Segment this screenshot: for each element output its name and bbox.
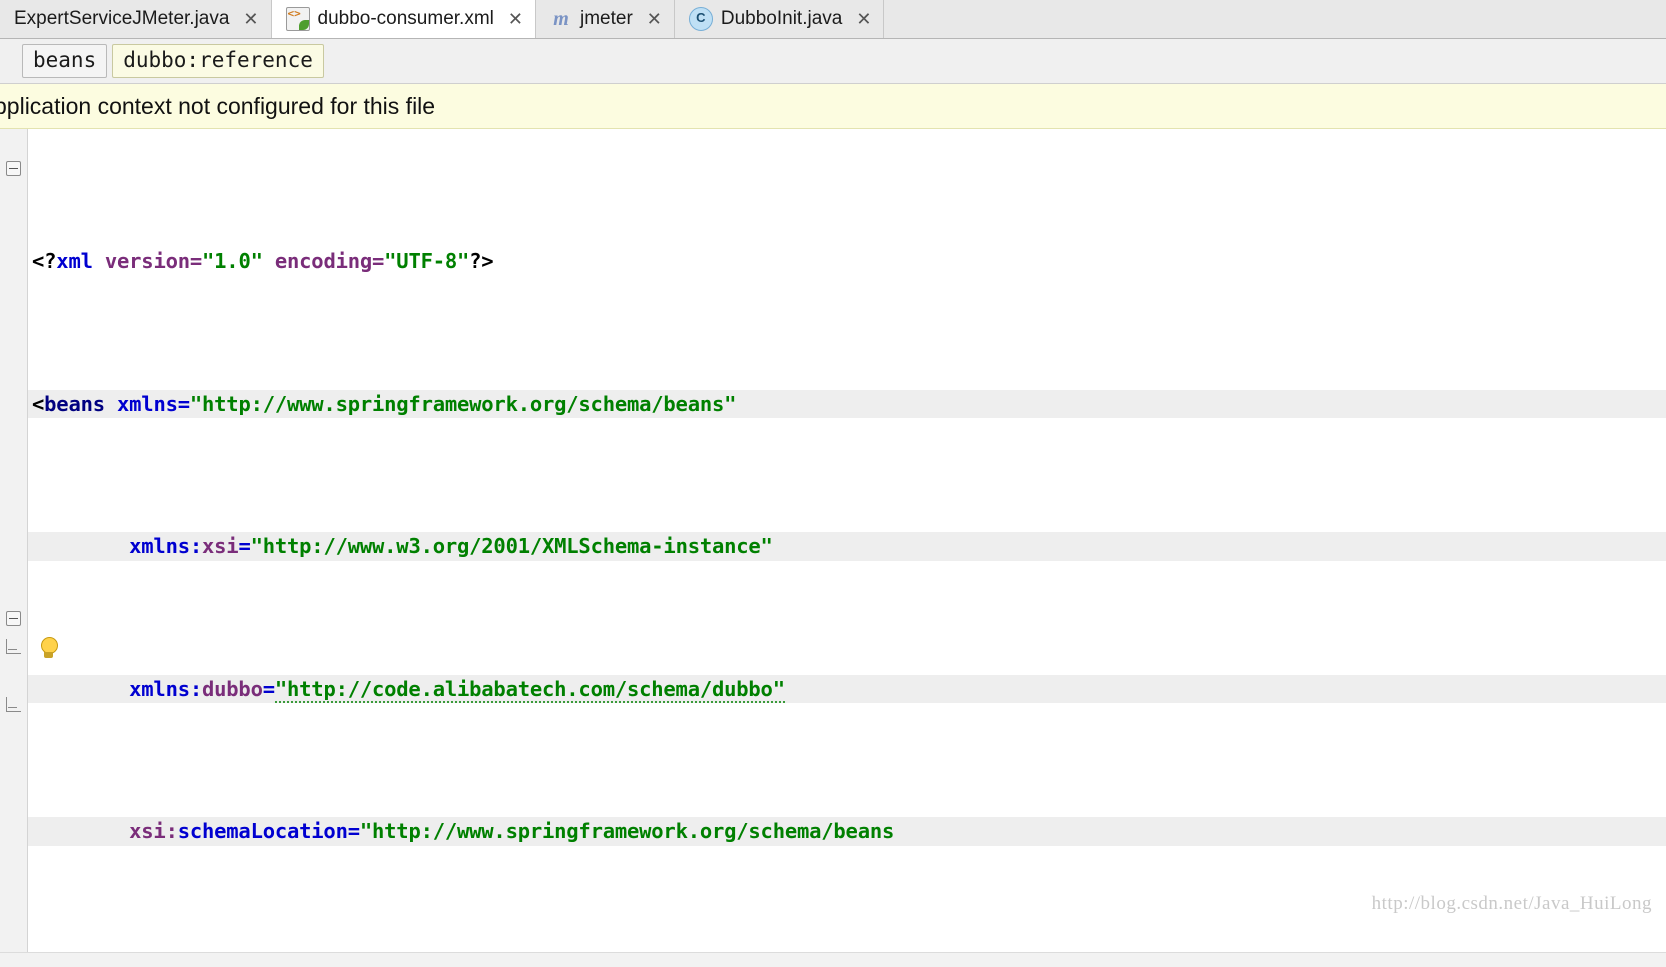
code-line-xmlns-xsi: xmlns:xsi="http://www.w3.org/2001/XMLSch… (28, 532, 1666, 561)
pi-val-encoding: "UTF-8" (384, 249, 469, 273)
tab-dubboinit-java[interactable]: C DubboInit.java ✕ (675, 0, 885, 38)
fold-marker-beans[interactable] (6, 161, 21, 176)
close-icon[interactable]: ✕ (508, 9, 523, 30)
attr-value-xmlns: "http://www.springframework.org/schema/b… (190, 392, 736, 416)
attr-ns-prefix-xsi: xsi: (129, 819, 178, 843)
pi-open: <? (32, 249, 56, 273)
tab-jmeter[interactable]: m jmeter ✕ (536, 0, 675, 38)
fold-end-marker-reference (6, 639, 21, 654)
context-not-configured-banner: pplication context not configured for th… (0, 84, 1666, 129)
banner-text: pplication context not configured for th… (0, 93, 435, 120)
tab-expertservicejmeter-java[interactable]: ExpertServiceJMeter.java ✕ (0, 0, 272, 38)
xml-file-icon (286, 7, 310, 31)
pi-attr-encoding: encoding= (263, 249, 384, 273)
code-line-xmlns-dubbo: xmlns:dubbo="http://code.alibabatech.com… (28, 675, 1666, 704)
code-content[interactable]: <?xml version="1.0" encoding="UTF-8"?> <… (28, 129, 1666, 967)
code-line-xml-declaration: <?xml version="1.0" encoding="UTF-8"?> (28, 247, 1666, 276)
close-icon[interactable]: ✕ (647, 9, 662, 30)
tab-label: DubboInit.java (721, 8, 842, 30)
pi-val-version: "1.0" (202, 249, 263, 273)
code-line-beans-open: <beans xmlns="http://www.springframework… (28, 390, 1666, 419)
close-icon[interactable]: ✕ (243, 9, 258, 30)
maven-module-icon: m (550, 8, 572, 30)
breadcrumb-item-beans[interactable]: beans (22, 44, 107, 78)
attr-value-schemalocation-1: "http://www.springframework.org/schema/b… (360, 819, 894, 843)
tag-name-beans: beans (44, 392, 105, 416)
fold-end-marker-beans (6, 697, 21, 712)
pi-attr-version: version= (93, 249, 202, 273)
attr-ns-name: xsi (202, 534, 238, 558)
editor-gutter[interactable] (0, 129, 28, 967)
pi-close: ?> (469, 249, 493, 273)
attr-ns-name: dubbo (202, 677, 263, 701)
attr-ns-prefix: xmlns: (129, 677, 202, 701)
fold-marker-reference[interactable] (6, 611, 21, 626)
attr-value-dubbo-ns: "http://code.alibabatech.com/schema/dubb… (275, 677, 785, 703)
tab-label: jmeter (580, 8, 633, 30)
attr-equals: = (238, 534, 250, 558)
tag-open-bracket: < (32, 392, 44, 416)
breadcrumb-item-dubbo-reference[interactable]: dubbo:reference (112, 44, 324, 78)
attr-xmlns: xmlns= (105, 392, 190, 416)
tab-label: ExpertServiceJMeter.java (14, 8, 229, 30)
tab-label: dubbo-consumer.xml (318, 8, 494, 30)
close-icon[interactable]: ✕ (856, 9, 871, 30)
pi-name: xml (56, 249, 92, 273)
attr-equals: = (263, 677, 275, 701)
attr-value-xsi: "http://www.w3.org/2001/XMLSchema-instan… (251, 534, 773, 558)
tab-dubbo-consumer-xml[interactable]: dubbo-consumer.xml ✕ (272, 0, 536, 38)
breadcrumb: beans dubbo:reference (0, 39, 1666, 84)
attr-name-schemalocation: schemaLocation (178, 819, 348, 843)
horizontal-scrollbar[interactable] (0, 952, 1666, 967)
attr-equals: = (348, 819, 360, 843)
code-line-schemalocation: xsi:schemaLocation="http://www.springfra… (28, 817, 1666, 846)
editor-tab-bar: ExpertServiceJMeter.java ✕ dubbo-consume… (0, 0, 1666, 39)
code-editor[interactable]: <?xml version="1.0" encoding="UTF-8"?> <… (0, 129, 1666, 967)
watermark: http://blog.csdn.net/Java_HuiLong (1372, 893, 1652, 915)
class-file-icon: C (689, 7, 713, 31)
attr-ns-prefix: xmlns: (129, 534, 202, 558)
